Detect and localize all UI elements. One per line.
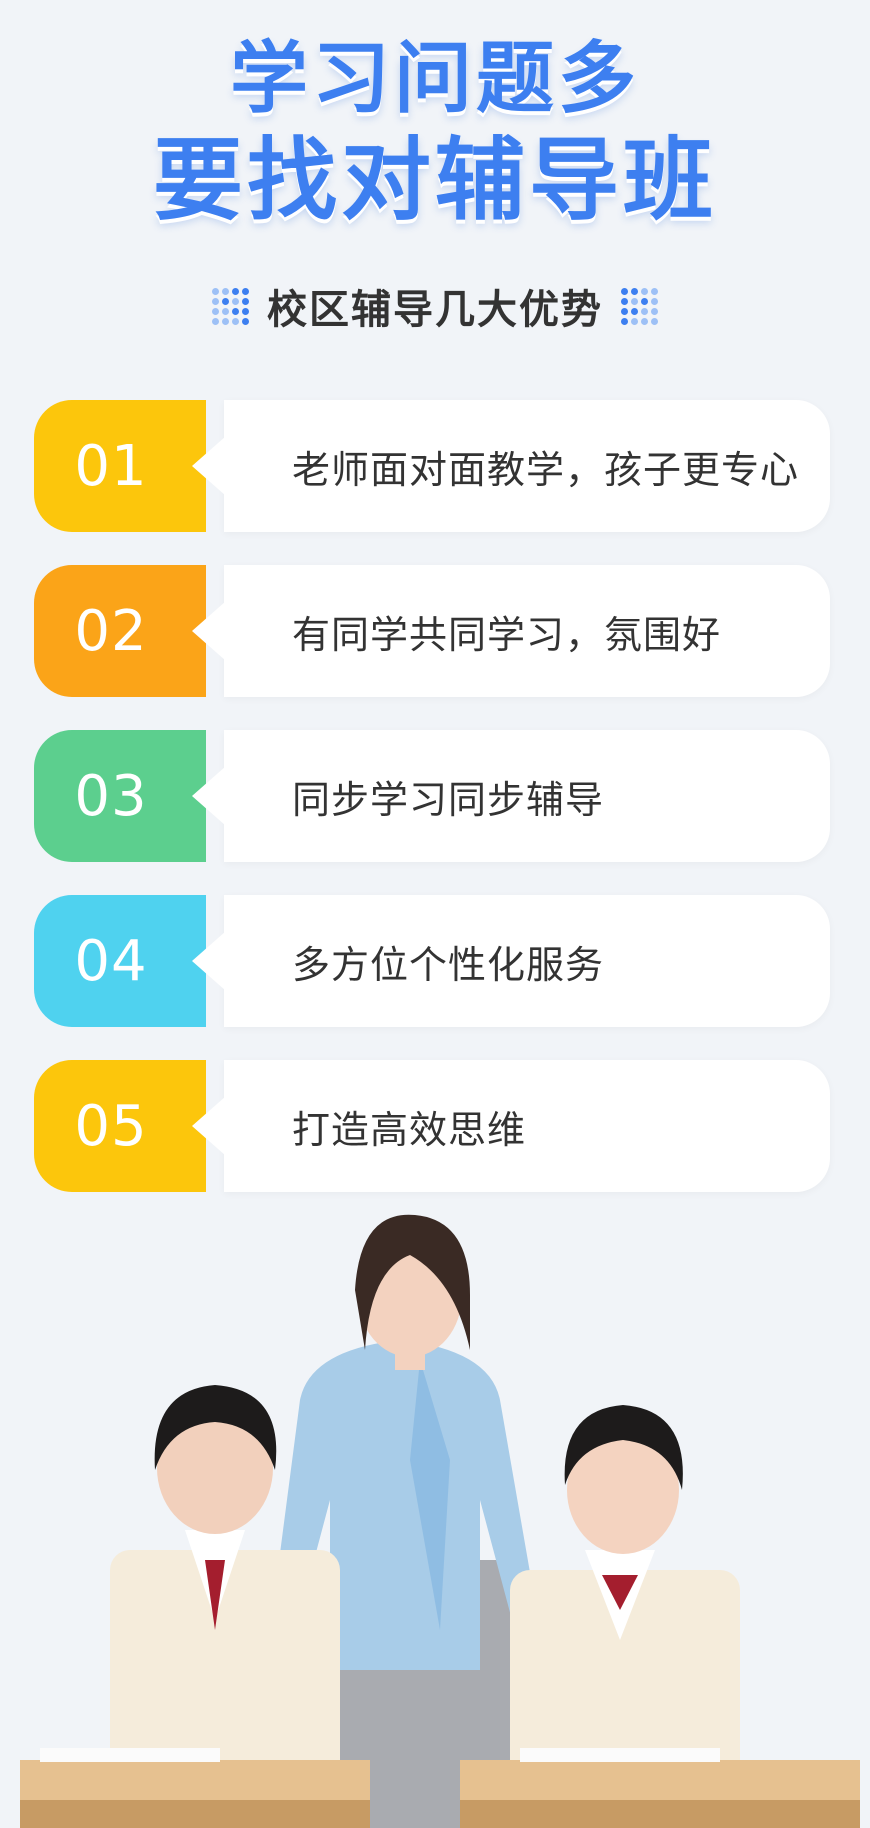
title-line-1: 学习问题多 (229, 34, 640, 124)
teacher-students-photo (20, 1214, 860, 1828)
subtitle: 校区辅导几大优势 (267, 287, 603, 333)
number-label: 01 (74, 433, 148, 499)
advantage-item: 02 有同学共同学习，氛围好 (34, 565, 830, 697)
title-block: 学习问题多 要找对辅导班 (0, 40, 870, 226)
dots-left-icon (212, 287, 249, 325)
advantage-item: 05 打造高效思维 (34, 1060, 830, 1192)
number-label: 03 (74, 763, 148, 829)
number-label: 05 (74, 1093, 148, 1159)
advantage-list: 01 老师面对面教学，孩子更专心 02 有同学共同学习，氛围好 03 同步学习同… (34, 400, 830, 1225)
advantage-text: 多方位个性化服务 (292, 942, 605, 987)
advantage-card: 有同学共同学习，氛围好 (192, 565, 830, 697)
advantage-card: 同步学习同步辅导 (192, 730, 830, 862)
advantage-item: 04 多方位个性化服务 (34, 895, 830, 1027)
advantage-text: 老师面对面教学，孩子更专心 (292, 447, 800, 492)
advantage-item: 01 老师面对面教学，孩子更专心 (34, 400, 830, 532)
advantage-text: 有同学共同学习，氛围好 (292, 612, 722, 657)
title-line-2: 要找对辅导班 (153, 128, 717, 233)
number-badge: 01 (34, 400, 206, 532)
number-label: 02 (74, 598, 148, 664)
number-badge: 03 (34, 730, 206, 862)
number-label: 04 (74, 928, 148, 994)
advantage-card: 老师面对面教学，孩子更专心 (192, 400, 830, 532)
number-badge: 05 (34, 1060, 206, 1192)
advantage-text: 打造高效思维 (292, 1107, 527, 1152)
dots-right-icon (621, 287, 658, 325)
number-badge: 04 (34, 895, 206, 1027)
subtitle-row: 校区辅导几大优势 (0, 276, 870, 336)
desk-left (20, 1760, 370, 1800)
number-badge: 02 (34, 565, 206, 697)
advantage-text: 同步学习同步辅导 (292, 777, 605, 822)
desk-right (460, 1760, 860, 1800)
advantage-item: 03 同步学习同步辅导 (34, 730, 830, 862)
advantage-card: 打造高效思维 (192, 1060, 830, 1192)
advantage-card: 多方位个性化服务 (192, 895, 830, 1027)
